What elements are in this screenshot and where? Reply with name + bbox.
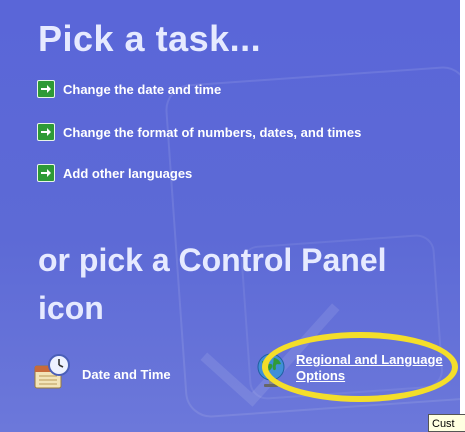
task-label: Change the format of numbers, dates, and… — [63, 124, 362, 140]
task-add-languages[interactable]: Add other languages — [37, 164, 192, 182]
task-pane: Pick a task... Change the date and time … — [0, 0, 460, 432]
green-arrow-icon — [37, 164, 55, 182]
task-change-date-time[interactable]: Change the date and time — [37, 80, 221, 98]
control-panel-icon-regional-language[interactable]: Regional and Language Options — [256, 344, 446, 392]
task-label: Change the date and time — [63, 81, 222, 97]
green-arrow-icon — [37, 123, 55, 141]
task-label: Add other languages — [63, 165, 193, 181]
control-panel-icon-date-time[interactable]: Date and Time — [32, 352, 171, 396]
control-panel-icon-label: Regional and Language Options — [296, 352, 443, 383]
tooltip: Cust — [428, 414, 465, 432]
control-panel-icon-label: Date and Time — [82, 366, 171, 382]
green-arrow-icon — [37, 80, 55, 98]
pane-edge — [460, 0, 465, 432]
section-subtitle: or pick a Control Panel icon — [38, 242, 387, 326]
page-title: Pick a task... — [38, 18, 262, 59]
date-time-icon — [32, 352, 72, 396]
task-change-number-format[interactable]: Change the format of numbers, dates, and… — [37, 123, 361, 141]
globe-icon — [256, 352, 288, 392]
